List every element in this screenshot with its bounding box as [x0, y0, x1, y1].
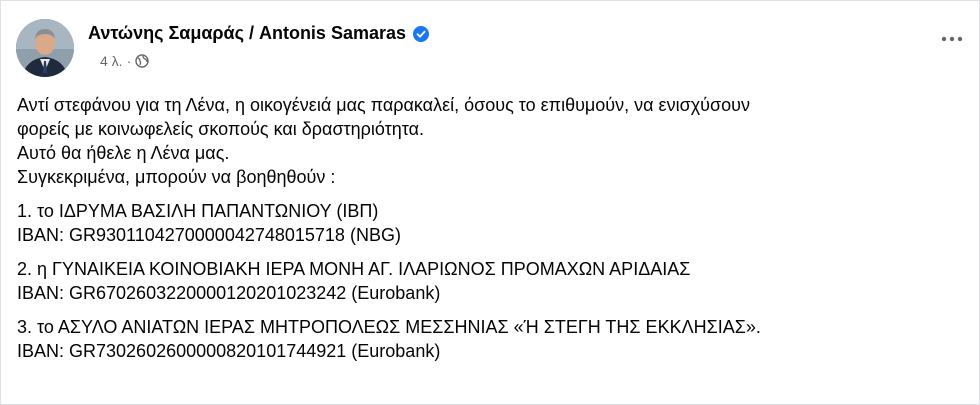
more-options-icon[interactable]: [940, 31, 964, 42]
meta-separator: ·: [126, 53, 132, 69]
author-name[interactable]: Αντώνης Σαμαράς / Antonis Samaras: [88, 23, 406, 44]
intro-line: φορείς με κοινωφελείς σκοπούς και δραστη…: [17, 119, 425, 139]
charity-name: 1. το ΙΔΡΥΜΑ ΒΑΣΙΛΗ ΠΑΠΑΝΤΩΝΙΟΥ (ΙΒΠ): [17, 201, 379, 221]
verified-badge-icon: [413, 25, 430, 42]
charity-name: 2. η ΓΥΝΑΙΚΕΙΑ ΚΟΙΝΟΒΙΑΚΗ ΙΕΡΑ ΜΟΝΗ ΑΓ. …: [17, 259, 691, 279]
charity-item: 3. το ΑΣΥΛΟ ΑΝΙΑΤΩΝ ΙΕΡΑΣ ΜΗΤΡΟΠΟΛΕΩΣ ΜΕ…: [17, 315, 967, 363]
charity-item: 1. το ΙΔΡΥΜΑ ΒΑΣΙΛΗ ΠΑΠΑΝΤΩΝΙΟΥ (ΙΒΠ) IB…: [17, 199, 967, 247]
author-name-row: Αντώνης Σαμαράς / Antonis Samaras: [88, 23, 430, 44]
intro-line: Αντί στεφάνου για τη Λένα, η οικογένειά …: [17, 95, 750, 115]
globe-icon[interactable]: [135, 54, 149, 68]
charity-iban: IBAN: GR6702603220000120201023242 (Eurob…: [17, 283, 441, 303]
charity-name: 3. το ΑΣΥΛΟ ΑΝΙΑΤΩΝ ΙΕΡΑΣ ΜΗΤΡΟΠΟΛΕΩΣ ΜΕ…: [17, 317, 761, 337]
intro-line: Συγκεκριμένα, μπορούν να βοηθηθούν :: [17, 167, 336, 187]
post-body: Αντί στεφάνου για τη Λένα, η οικογένειά …: [17, 93, 967, 373]
charity-iban: IBAN: GR7302602600000820101744921 (Eurob…: [17, 341, 441, 361]
charity-iban: IBAN: GR9301104270000042748015718 (NBG): [17, 225, 401, 245]
intro-line: Αυτό θα ήθελε η Λένα μας.: [17, 143, 230, 163]
post-header: Αντώνης Σαμαράς / Antonis Samaras 4 λ. ·: [16, 19, 956, 79]
facebook-post: Αντώνης Σαμαράς / Antonis Samaras 4 λ. ·: [0, 0, 980, 405]
avatar[interactable]: [16, 19, 74, 77]
intro-paragraph: Αντί στεφάνου για τη Λένα, η οικογένειά …: [17, 93, 967, 189]
charity-item: 2. η ΓΥΝΑΙΚΕΙΑ ΚΟΙΝΟΒΙΑΚΗ ΙΕΡΑ ΜΟΝΗ ΑΓ. …: [17, 257, 967, 305]
post-meta: 4 λ. ·: [100, 53, 149, 69]
avatar-image: [16, 19, 74, 77]
post-timestamp[interactable]: 4 λ.: [100, 53, 123, 69]
